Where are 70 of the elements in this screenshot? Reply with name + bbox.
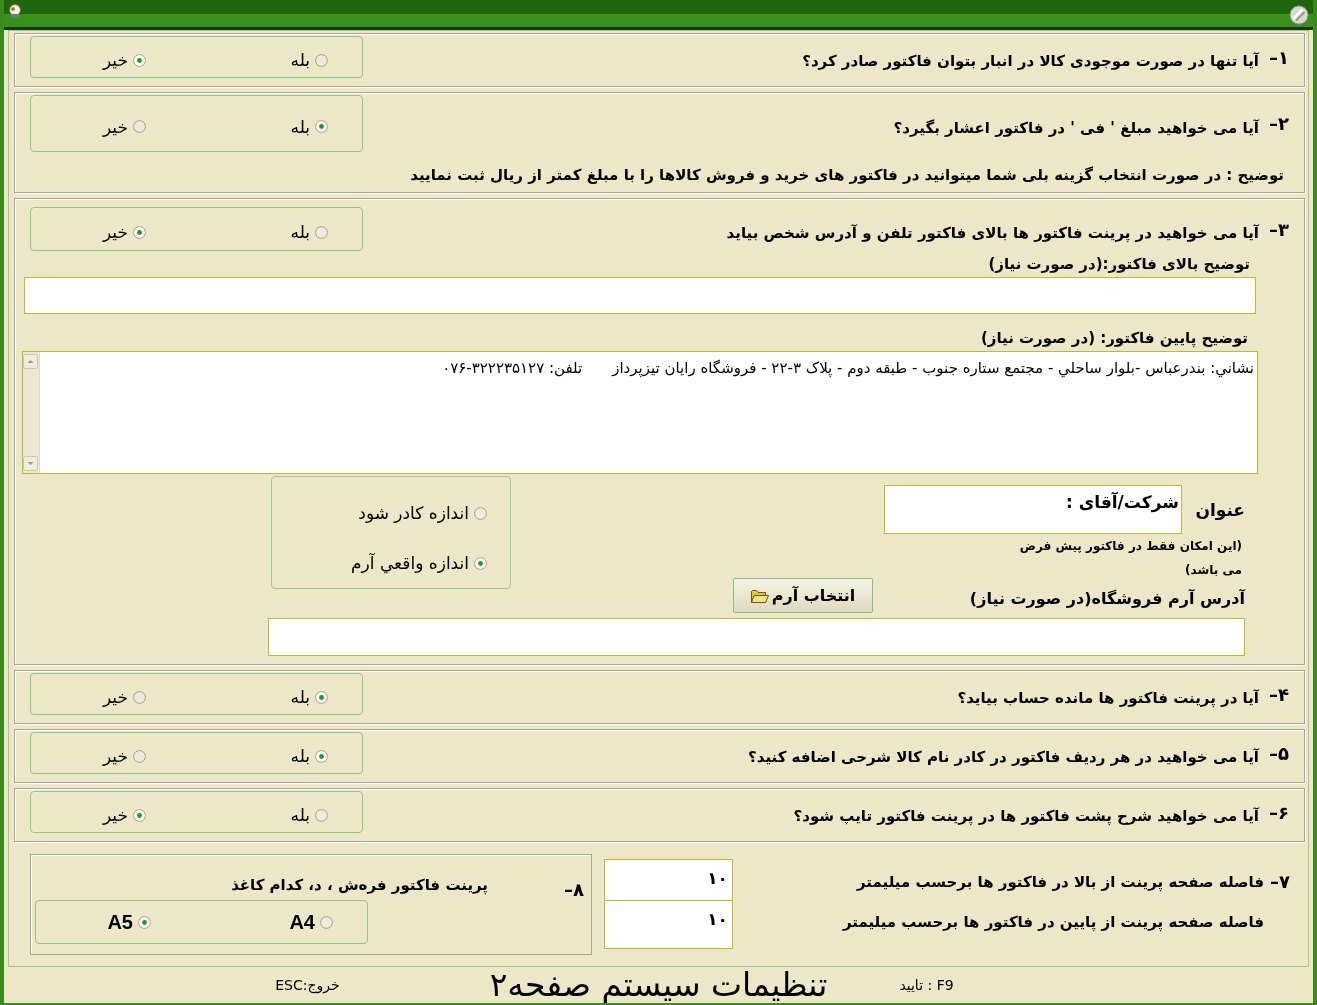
question-text: فاصله صفحه پرینت از بالا در فاکتور ها برحسب میلیمتر bbox=[855, 872, 1264, 894]
question-text: فاصله صفحه پرینت از پایین در فاکتور ها برحسب میلیمتر bbox=[842, 912, 1264, 934]
number-field[interactable]: ۱۰ bbox=[604, 901, 733, 949]
title-text-field[interactable]: شرکت/آقای : bbox=[884, 485, 1182, 534]
question-text: آیا در پرینت فاکتور ها مانده حساب بیاید؟ bbox=[957, 688, 1259, 707]
radio-option[interactable]: اندازه واقعي آرم bbox=[351, 551, 487, 575]
radio-option[interactable]: خیر bbox=[4, 746, 146, 766]
logo-path-field[interactable] bbox=[268, 618, 1245, 656]
radio-icon[interactable] bbox=[315, 690, 328, 704]
choose-logo-button[interactable]: انتخاب آرم bbox=[733, 578, 873, 613]
caret-down-icon[interactable] bbox=[23, 456, 38, 471]
radio-icon[interactable] bbox=[133, 808, 146, 822]
radio-icon[interactable] bbox=[315, 225, 328, 239]
hint-text: (این امکان فقط در فاکتور پیش فرض می باشد) bbox=[1018, 538, 1242, 579]
radio-option[interactable]: بله bbox=[146, 50, 328, 70]
number-field[interactable]: ۱۰ bbox=[604, 859, 733, 901]
radio-option[interactable]: خیر bbox=[4, 50, 146, 70]
radio-icon[interactable] bbox=[133, 690, 146, 704]
caret-up-icon[interactable] bbox=[23, 354, 38, 369]
radio-option[interactable]: خیر bbox=[4, 222, 146, 242]
radio-icon[interactable] bbox=[315, 749, 328, 763]
radio-option[interactable]: بله bbox=[146, 746, 328, 766]
radio-option[interactable]: اندازه کادر شود bbox=[358, 501, 487, 525]
radio-option[interactable]: A5 bbox=[4, 910, 151, 934]
shortcut-hint: خروج:ESC bbox=[275, 977, 340, 993]
question-text: آیا می خواهید مبلغ ' فی ' در فاکتور اعشار بگیرد؟ bbox=[893, 117, 1259, 137]
question-number: ۸– bbox=[564, 878, 584, 900]
question-text: پرینت فاکتور فرەش ، د، کدام کاغذ bbox=[231, 875, 488, 894]
question-text: آیا می خواهید در هر ردیف فاکتور در کادر نام کالا شرحی اضافه کنید؟ bbox=[748, 747, 1259, 766]
question-number: ۶– bbox=[1269, 801, 1289, 823]
question-text: آیا می خواهید شرح پشت فاکتور ها در پرینت فاکتور تایپ شود؟ bbox=[793, 806, 1259, 825]
radio-icon[interactable] bbox=[474, 506, 487, 520]
question-number: ۴– bbox=[1269, 683, 1289, 705]
radio-option[interactable]: خیر bbox=[4, 116, 146, 137]
question-text: آیا می خواهید در پرینت فاکتور ها بالای فاکتور تلفن و آدرس شخص بیاید bbox=[726, 223, 1259, 242]
radio-icon[interactable] bbox=[133, 749, 146, 763]
question-number: ۵– bbox=[1269, 742, 1289, 764]
note-text: توضیح : در صورت انتخاب گزینه بلی شما میتوانید در فاکتور های خرید و فروش کالاها را با مبلغ کمتر از ریال ثبت نمایید bbox=[409, 165, 1285, 186]
radio-icon[interactable] bbox=[138, 915, 151, 929]
question-number: ۷– bbox=[1270, 870, 1290, 894]
radio-option[interactable]: بله bbox=[146, 116, 328, 137]
field-label: توضیح بالای فاکتور:(در صورت نیاز) bbox=[987, 254, 1251, 275]
radio-icon[interactable] bbox=[133, 120, 146, 133]
footer-text-area[interactable]: نشاني: بندرعباس -بلوار ساحلي - مجتمع ستاره جنوب - طبقه دوم - پلاک ۳-۲۲ - فروشگاه رايان تيزپرداز تلفن: ۰۷۶-۳۲۲۲۳۵۱۲۷ bbox=[22, 351, 1258, 474]
radio-option[interactable]: A4 bbox=[151, 910, 333, 934]
radio-icon[interactable] bbox=[320, 915, 333, 929]
scroll-bar[interactable] bbox=[23, 352, 40, 473]
window-button-icon[interactable] bbox=[1289, 5, 1309, 25]
question-number: ۲– bbox=[1269, 113, 1289, 134]
field-label: عنوان bbox=[1194, 499, 1245, 520]
radio-icon[interactable] bbox=[315, 53, 328, 67]
header-text-field[interactable] bbox=[24, 277, 1256, 314]
radio-option[interactable]: بله bbox=[146, 805, 328, 825]
radio-option[interactable]: بله bbox=[146, 687, 328, 707]
radio-option[interactable]: خیر bbox=[4, 687, 146, 707]
radio-icon[interactable] bbox=[133, 225, 146, 239]
question-number: ۳– bbox=[1269, 218, 1289, 240]
radio-option[interactable]: بله bbox=[146, 222, 328, 242]
radio-icon[interactable] bbox=[315, 120, 328, 133]
question-text: آیا تنها در صورت موجودی کالا در انبار بتوان فاکتور صادر کرد؟ bbox=[802, 51, 1259, 70]
field-label: آدرس آرم فروشگاه(در صورت نیاز) bbox=[969, 588, 1245, 608]
folder-icon bbox=[750, 588, 769, 603]
radio-icon[interactable] bbox=[315, 808, 328, 822]
shortcut-hint: F9 : تایید bbox=[899, 977, 954, 993]
question-number: ۱– bbox=[1269, 46, 1289, 68]
radio-option[interactable]: خیر bbox=[4, 805, 146, 825]
radio-icon[interactable] bbox=[474, 556, 487, 570]
field-label: توضیح پایین فاکتور: (در صورت نیاز) bbox=[979, 328, 1249, 349]
radio-icon[interactable] bbox=[133, 53, 146, 67]
app-icon[interactable] bbox=[8, 4, 22, 18]
